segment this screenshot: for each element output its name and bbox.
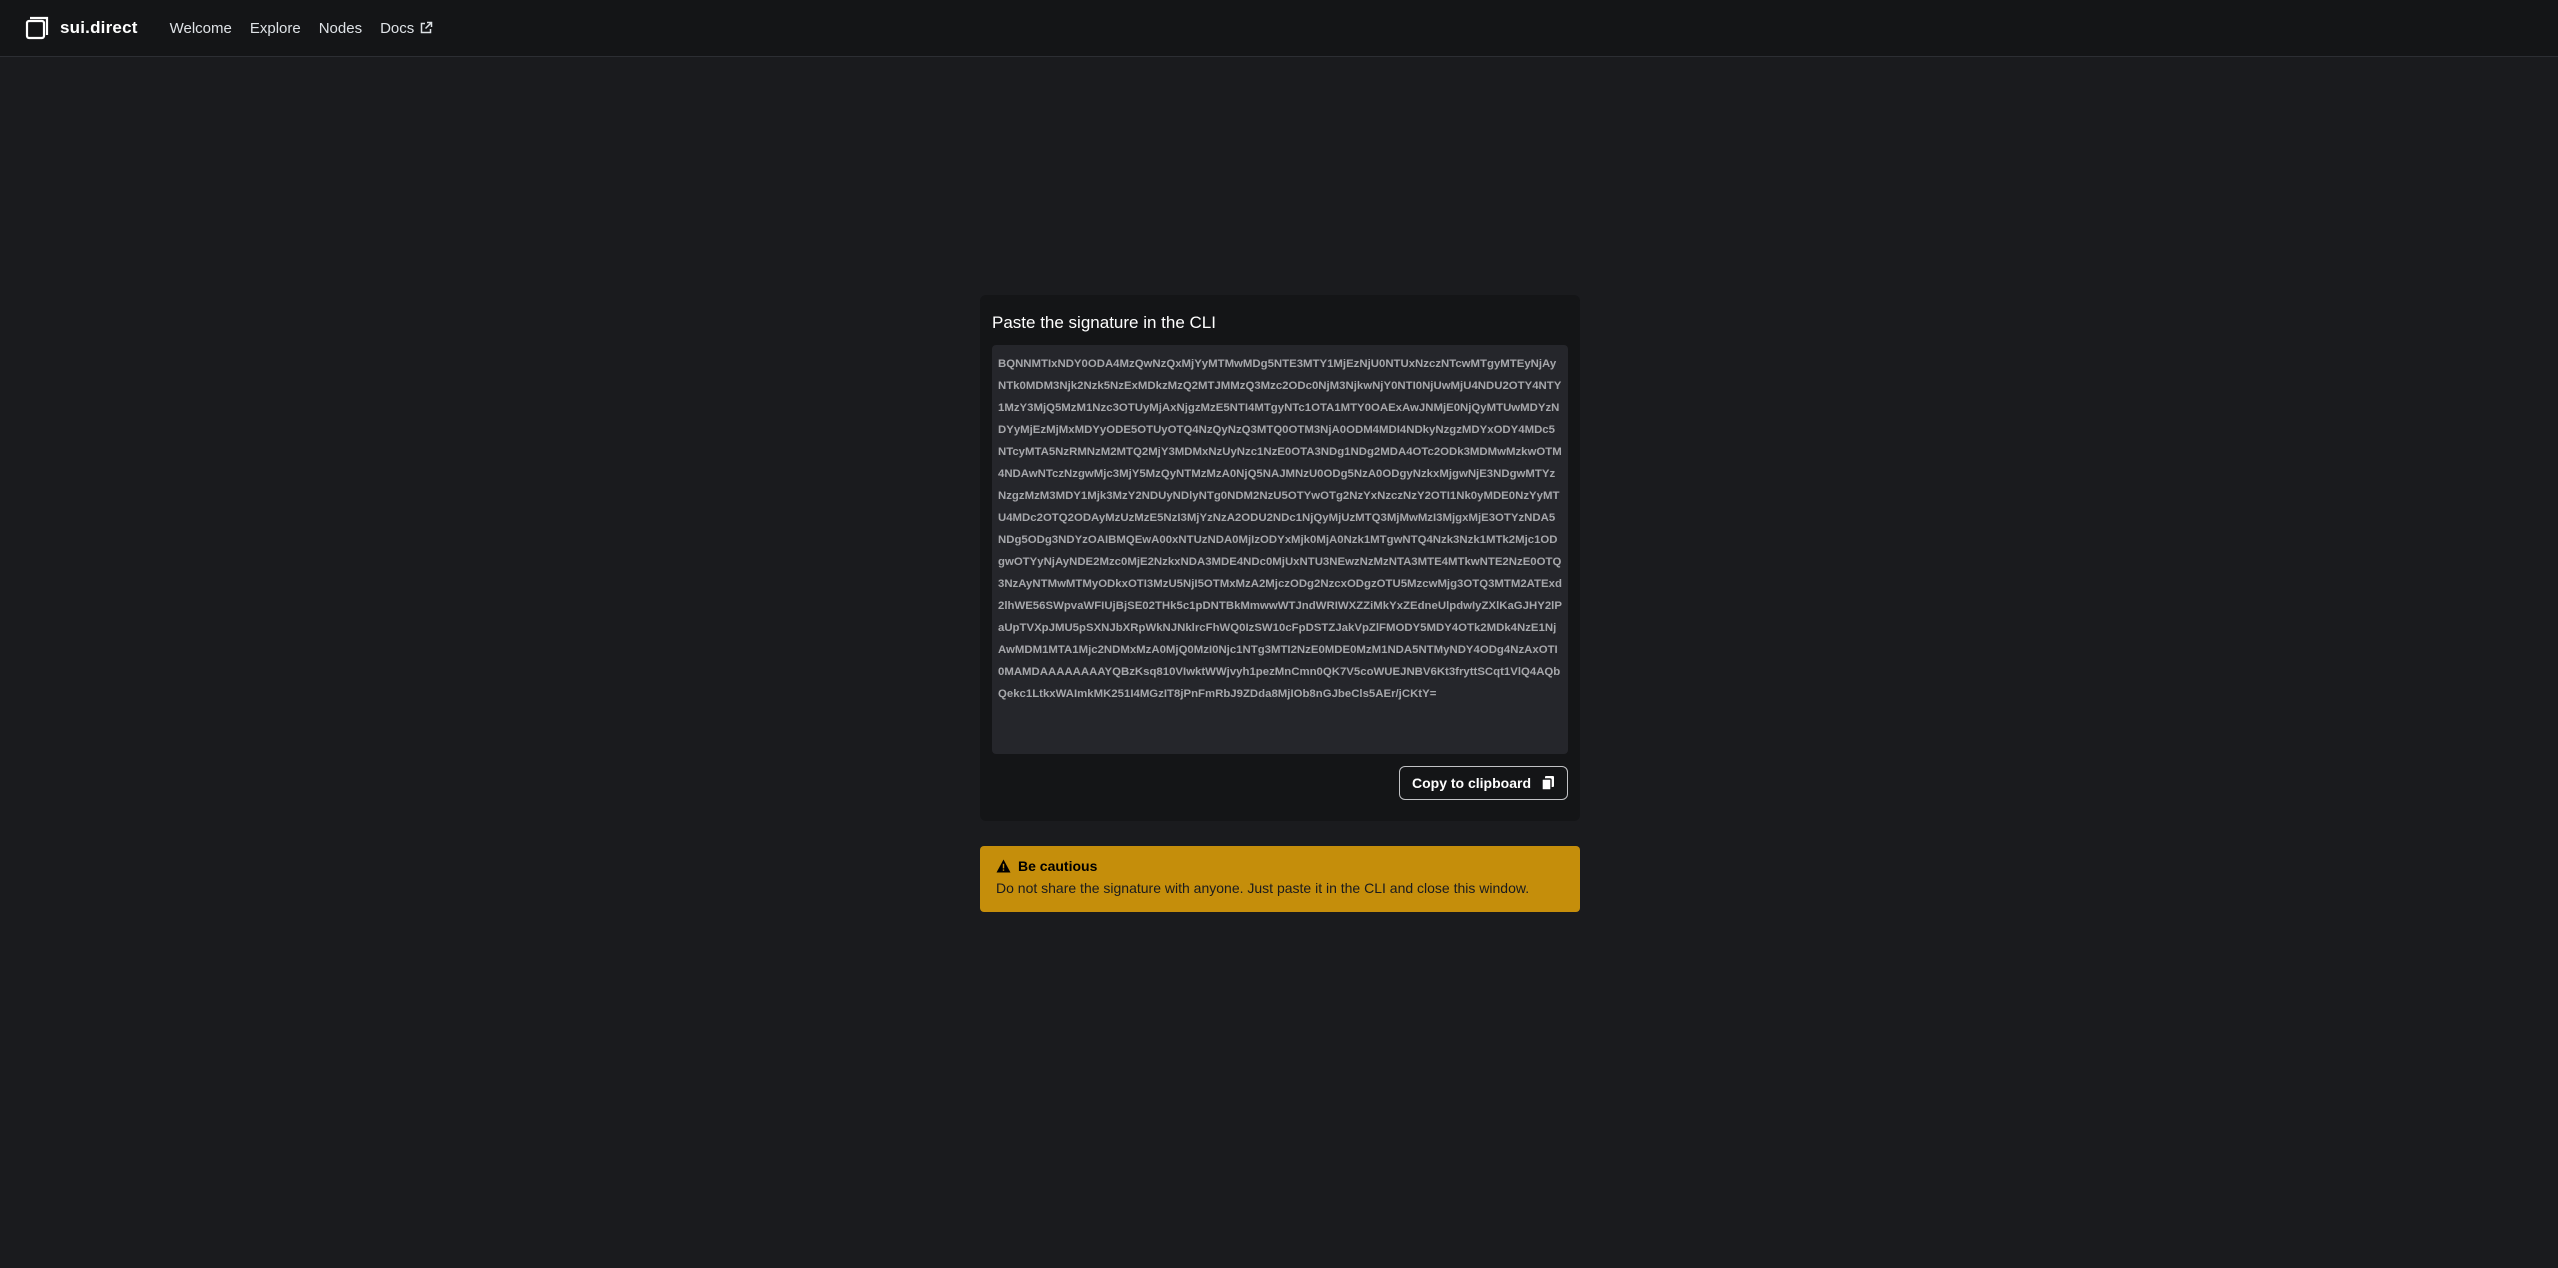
signature-text[interactable]: BQNNMTIxNDY0ODA4MzQwNzQxMjYyMTMwMDg5NTE3…: [998, 353, 1562, 705]
copy-to-clipboard-button[interactable]: Copy to clipboard: [1399, 766, 1568, 800]
signature-card: Paste the signature in the CLI BQNNMTIxN…: [980, 295, 1580, 821]
card-title: Paste the signature in the CLI: [992, 313, 1216, 332]
nav-docs[interactable]: Docs: [380, 20, 433, 37]
nav-docs-label: Docs: [380, 19, 415, 37]
warning-icon: [996, 859, 1011, 873]
nav-explore[interactable]: Explore: [250, 20, 301, 37]
alert-message: Do not share the signature with anyone. …: [996, 880, 1530, 896]
brand-logo-link[interactable]: sui.direct: [24, 15, 138, 41]
card-actions: Copy to clipboard: [992, 766, 1568, 800]
main-nav: Welcome Explore Nodes Docs: [170, 20, 452, 37]
alert-title-row: Be cautious: [996, 858, 1564, 874]
top-header: sui.direct Welcome Explore Nodes Docs: [0, 0, 2558, 57]
copy-button-label: Copy to clipboard: [1412, 775, 1531, 791]
external-link-icon: [421, 21, 433, 34]
caution-alert: Be cautious Do not share the signature w…: [980, 846, 1580, 912]
nav-welcome[interactable]: Welcome: [170, 20, 232, 37]
nav-nodes[interactable]: Nodes: [319, 20, 362, 37]
clipboard-icon: [1541, 776, 1554, 791]
signature-box: BQNNMTIxNDY0ODA4MzQwNzQxMjYyMTMwMDg5NTE3…: [992, 345, 1568, 754]
logo-icon: [25, 16, 49, 40]
brand-name: sui.direct: [60, 18, 138, 37]
alert-title: Be cautious: [1018, 858, 1098, 874]
